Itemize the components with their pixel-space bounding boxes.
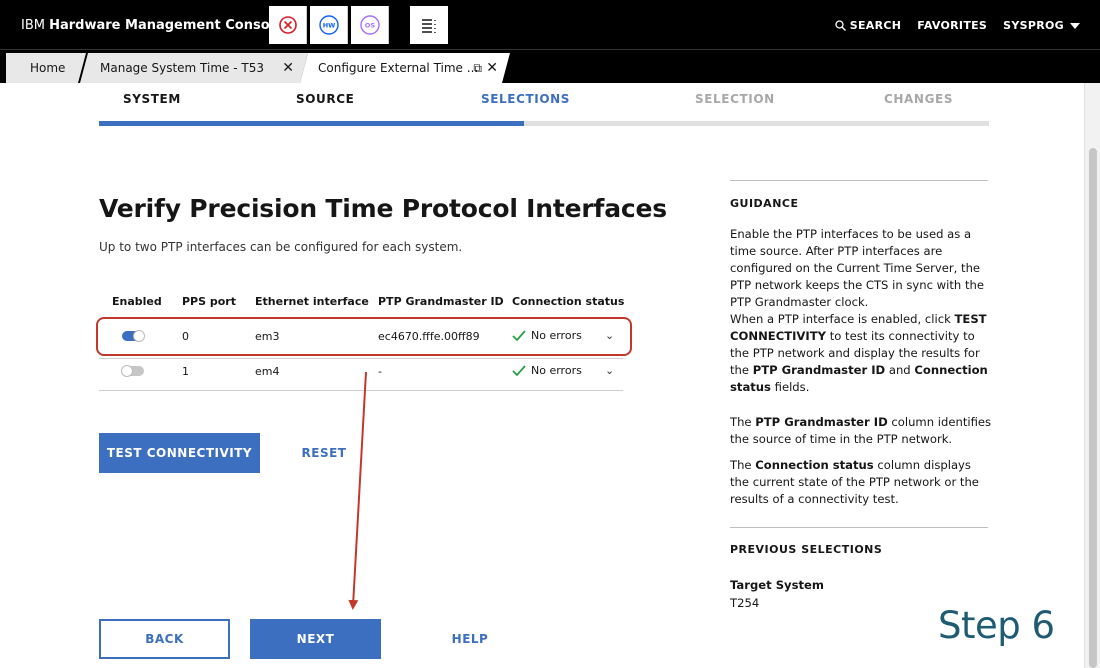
favorites-link[interactable]: FAVORITES bbox=[917, 19, 987, 32]
connection-status-cell: No errors bbox=[512, 364, 582, 377]
back-button[interactable]: BACK bbox=[99, 619, 230, 659]
hardware-messages-icon: HW bbox=[318, 15, 339, 35]
page-title: Verify Precision Time Protocol Interface… bbox=[99, 194, 667, 223]
external-link-icon[interactable]: ⧉ bbox=[473, 61, 482, 76]
grandmaster-cell: ec4670.fffe.00ff89 bbox=[378, 330, 480, 343]
wizard-step-source[interactable]: SOURCE bbox=[296, 92, 354, 106]
previous-selections-heading: PREVIOUS SELECTIONS bbox=[730, 543, 883, 556]
step-annotation: Step 6 bbox=[938, 604, 1055, 647]
tab-home[interactable]: Home bbox=[6, 53, 86, 83]
enabled-toggle-row-2[interactable] bbox=[121, 365, 144, 377]
connection-status-cell: No errors bbox=[512, 329, 582, 342]
pps-port-cell: 0 bbox=[182, 330, 189, 343]
chevron-down-icon[interactable]: ⌄ bbox=[605, 329, 614, 342]
app-brand[interactable]: IBM Hardware Management Console bbox=[21, 18, 283, 33]
chevron-down-icon[interactable]: ⌄ bbox=[605, 364, 614, 377]
enabled-toggle-row-1[interactable] bbox=[122, 330, 145, 342]
column-header-connection-status: Connection status bbox=[512, 295, 625, 308]
error-status-button[interactable] bbox=[269, 6, 307, 44]
close-icon[interactable]: ✕ bbox=[282, 60, 294, 76]
user-label: SYSPROG bbox=[1003, 19, 1064, 32]
error-circle-icon bbox=[278, 16, 297, 34]
target-system-label: Target System bbox=[730, 578, 824, 592]
checkmark-icon bbox=[512, 364, 526, 376]
guidance-heading: GUIDANCE bbox=[730, 197, 799, 210]
test-connectivity-button[interactable]: TEST CONNECTIVITY bbox=[99, 433, 260, 473]
ethernet-cell: em3 bbox=[255, 330, 280, 343]
guidance-text: Enable the PTP interfaces to be used as … bbox=[730, 227, 988, 394]
next-button[interactable]: NEXT bbox=[250, 619, 381, 659]
tab-manage-system-time[interactable]: Manage System Time - T53 ✕ bbox=[80, 53, 308, 83]
header-actions: SEARCH FAVORITES SYSPROG bbox=[835, 19, 1080, 32]
reset-button[interactable]: RESET bbox=[288, 433, 360, 473]
os-messages-icon: OS bbox=[359, 15, 380, 35]
task-list-button[interactable] bbox=[410, 6, 448, 44]
toggle-knob bbox=[121, 365, 133, 377]
wizard-step-changes: CHANGES bbox=[884, 92, 954, 106]
column-header-grandmaster: PTP Grandmaster ID bbox=[378, 295, 504, 308]
scrollbar[interactable] bbox=[1084, 83, 1100, 668]
brand-prefix: IBM bbox=[21, 18, 45, 33]
pps-port-cell: 1 bbox=[182, 365, 189, 378]
caret-down-icon bbox=[1070, 22, 1080, 29]
grandmaster-cell: - bbox=[378, 365, 382, 378]
tab-label: Configure External Time ... bbox=[318, 61, 479, 75]
guidance-divider bbox=[730, 527, 988, 528]
user-menu[interactable]: SYSPROG bbox=[1003, 19, 1080, 32]
column-header-ethernet: Ethernet interface bbox=[255, 295, 369, 308]
list-icon bbox=[422, 19, 436, 33]
progress-fill bbox=[99, 121, 524, 126]
row-divider bbox=[99, 390, 623, 391]
guidance-text: The PTP Grandmaster ID column identifies… bbox=[730, 415, 992, 446]
hw-badge-text: HW bbox=[322, 22, 335, 30]
guidance-divider bbox=[730, 180, 988, 181]
os-messages-button[interactable]: OS bbox=[351, 6, 389, 44]
search-icon bbox=[835, 20, 846, 31]
tab-configure-external-time[interactable]: Configure External Time ... ⧉ ✕ bbox=[300, 53, 510, 83]
wizard-step-selection: SELECTION bbox=[695, 92, 775, 106]
row-divider bbox=[99, 358, 623, 359]
status-text: No errors bbox=[531, 329, 582, 342]
help-button[interactable]: HELP bbox=[420, 619, 520, 659]
page-subtitle: Up to two PTP interfaces can be configur… bbox=[99, 240, 463, 254]
top-header: IBM Hardware Management Console HW OS SE… bbox=[0, 0, 1100, 50]
ethernet-cell: em4 bbox=[255, 365, 280, 378]
wizard-step-selections[interactable]: SELECTIONS bbox=[481, 92, 570, 106]
hardware-messages-button[interactable]: HW bbox=[310, 6, 348, 44]
tab-bar: Home Manage System Time - T53 ✕ Configur… bbox=[0, 50, 1100, 83]
guidance-text: The Connection status column displays th… bbox=[730, 458, 979, 506]
scrollbar-thumb[interactable] bbox=[1089, 148, 1097, 668]
wizard-step-system[interactable]: SYSTEM bbox=[123, 92, 181, 106]
toggle-knob bbox=[133, 330, 145, 342]
brand-name: Hardware Management Console bbox=[49, 18, 283, 33]
column-header-pps-port: PPS port bbox=[182, 295, 236, 308]
checkmark-icon bbox=[512, 329, 526, 341]
os-badge-text: OS bbox=[364, 22, 375, 30]
search-label: SEARCH bbox=[849, 19, 902, 32]
tab-label: Home bbox=[30, 61, 66, 75]
status-text: No errors bbox=[531, 364, 582, 377]
close-icon[interactable]: ✕ bbox=[486, 60, 498, 76]
target-system-value: T254 bbox=[730, 596, 760, 610]
search-link[interactable]: SEARCH bbox=[835, 19, 902, 32]
column-header-enabled: Enabled bbox=[112, 295, 162, 308]
tab-label: Manage System Time - T53 bbox=[100, 61, 264, 75]
